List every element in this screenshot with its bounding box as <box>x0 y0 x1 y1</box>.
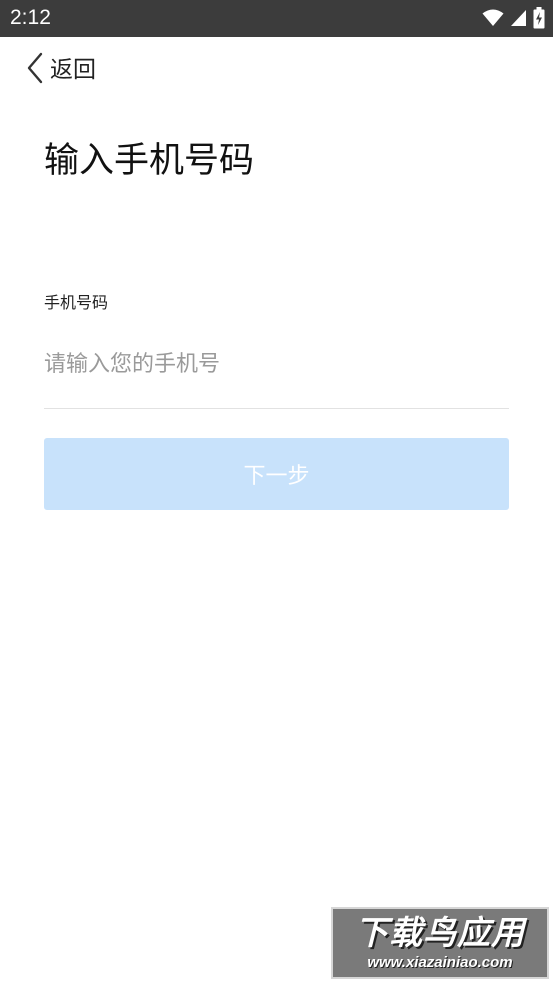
phone-field-label: 手机号码 <box>44 293 109 312</box>
status-time: 2:12 <box>10 6 51 29</box>
watermark: 下载鸟应用 www.xiazainiao.com <box>331 907 549 979</box>
status-bar: 2:12 <box>0 0 553 37</box>
battery-charging-icon <box>533 7 545 29</box>
back-button[interactable]: 返回 <box>26 52 96 88</box>
status-icons <box>482 6 545 30</box>
cellular-signal-icon <box>510 9 527 27</box>
chevron-left-icon <box>26 52 44 88</box>
wifi-icon <box>482 9 504 27</box>
input-underline <box>44 408 509 409</box>
phone-input[interactable] <box>44 340 509 388</box>
page-title: 输入手机号码 <box>44 141 255 181</box>
next-button[interactable]: 下一步 <box>44 438 509 510</box>
watermark-title: 下载鸟应用 <box>355 913 525 952</box>
watermark-url: www.xiazainiao.com <box>367 954 513 971</box>
back-label: 返回 <box>50 57 96 83</box>
